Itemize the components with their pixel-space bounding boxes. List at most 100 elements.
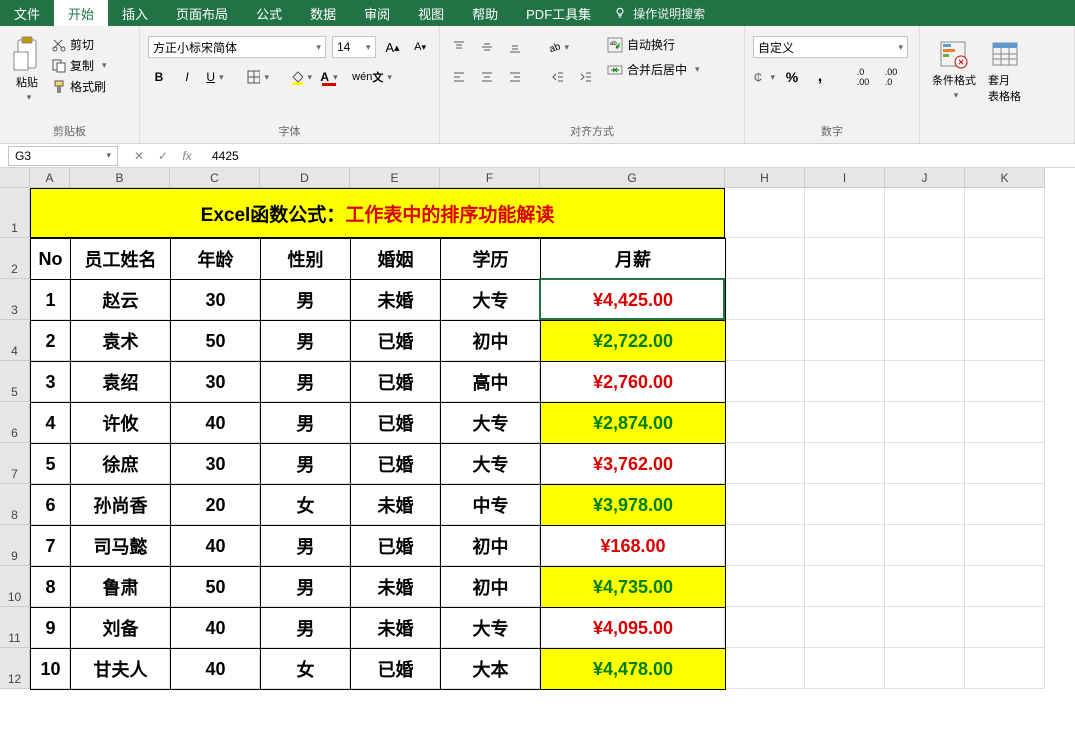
italic-button[interactable]: I — [176, 66, 198, 88]
col-header-J[interactable]: J — [885, 168, 965, 188]
decrease-indent-button[interactable] — [547, 66, 569, 88]
col-header-A[interactable]: A — [30, 168, 70, 188]
tab-layout[interactable]: 页面布局 — [162, 0, 242, 26]
formula-input[interactable]: 4425 — [204, 149, 1075, 163]
cancel-formula-button[interactable]: ✕ — [130, 149, 148, 163]
format-painter-button[interactable]: 格式刷 — [52, 78, 107, 95]
table-header[interactable]: 年龄 — [171, 239, 261, 280]
conditional-format-button[interactable]: 条件格式 ▾ — [928, 36, 980, 141]
increase-decimal-button[interactable]: .0.00 — [852, 66, 874, 88]
font-size-combo[interactable]: 14 ▾ — [332, 36, 376, 58]
align-top-button[interactable] — [448, 36, 470, 58]
align-right-button[interactable] — [504, 66, 526, 88]
row-header-11[interactable]: 11 — [0, 607, 30, 648]
table-header[interactable]: 学历 — [441, 239, 541, 280]
row-header-6[interactable]: 6 — [0, 402, 30, 443]
underline-button[interactable]: U▾ — [204, 66, 226, 88]
table-row[interactable]: 6孙尚香20女未婚中专¥3,978.00 — [31, 485, 726, 526]
title-merged-cell[interactable]: Excel函数公式： 工作表中的排序功能解读 — [30, 188, 725, 238]
increase-font-button[interactable]: A▴ — [382, 36, 404, 58]
phonetic-button[interactable]: wén文▾ — [361, 66, 383, 88]
align-center-button[interactable] — [476, 66, 498, 88]
tab-review[interactable]: 审阅 — [350, 0, 404, 26]
align-bottom-button[interactable] — [504, 36, 526, 58]
increase-indent-button[interactable] — [575, 66, 597, 88]
table-header[interactable]: No — [31, 239, 71, 280]
col-header-D[interactable]: D — [260, 168, 350, 188]
row-header-3[interactable]: 3 — [0, 279, 30, 320]
row-header-7[interactable]: 7 — [0, 443, 30, 484]
comma-button[interactable]: , — [809, 66, 831, 88]
tab-insert[interactable]: 插入 — [108, 0, 162, 26]
col-header-I[interactable]: I — [805, 168, 885, 188]
col-header-C[interactable]: C — [170, 168, 260, 188]
table-row[interactable]: 3袁绍30男已婚高中¥2,760.00 — [31, 362, 726, 403]
tab-help[interactable]: 帮助 — [458, 0, 512, 26]
percent-button[interactable]: % — [781, 66, 803, 88]
caret-icon: ▾ — [27, 92, 32, 103]
name-box[interactable]: G3 ▾ — [8, 146, 118, 166]
row-header-5[interactable]: 5 — [0, 361, 30, 402]
row-header-8[interactable]: 8 — [0, 484, 30, 525]
number-format-combo[interactable]: 自定义 ▾ — [753, 36, 908, 58]
tell-me-search[interactable]: 操作说明搜索 — [613, 5, 705, 22]
col-header-H[interactable]: H — [725, 168, 805, 188]
font-name-combo[interactable]: 方正小标宋简体 ▾ — [148, 36, 326, 58]
menu-bar: 文件 开始 插入 页面布局 公式 数据 审阅 视图 帮助 PDF工具集 操作说明… — [0, 0, 1075, 26]
copy-button[interactable]: 复制 ▾ — [52, 57, 107, 74]
tab-pdf[interactable]: PDF工具集 — [512, 0, 605, 26]
table-row[interactable]: 4许攸40男已婚大专¥2,874.00 — [31, 403, 726, 444]
font-color-button[interactable]: A ▾ — [318, 66, 340, 88]
decrease-decimal-button[interactable]: .00.0 — [880, 66, 902, 88]
format-as-table-button[interactable]: 套月 表格格 — [984, 36, 1025, 141]
border-button[interactable]: ▾ — [247, 66, 269, 88]
select-all-corner[interactable] — [0, 168, 30, 188]
accept-formula-button[interactable]: ✓ — [154, 149, 172, 163]
table-row[interactable]: 1赵云30男未婚大专¥4,425.00 — [31, 280, 726, 321]
col-header-E[interactable]: E — [350, 168, 440, 188]
table-row[interactable]: 8鲁肃50男未婚初中¥4,735.00 — [31, 567, 726, 608]
table-header[interactable]: 月薪 — [541, 239, 726, 280]
tab-formulas[interactable]: 公式 — [242, 0, 296, 26]
caret-icon: ▾ — [102, 60, 107, 71]
col-header-B[interactable]: B — [70, 168, 170, 188]
col-header-K[interactable]: K — [965, 168, 1045, 188]
orientation-button[interactable]: ab▾ — [547, 36, 569, 58]
table-header[interactable]: 性别 — [261, 239, 351, 280]
tab-data[interactable]: 数据 — [296, 0, 350, 26]
bold-button[interactable]: B — [148, 66, 170, 88]
sheet-area[interactable]: Excel函数公式： 工作表中的排序功能解读 No员工姓名年龄性别婚姻学历月薪1… — [30, 188, 1075, 746]
row-header-12[interactable]: 12 — [0, 648, 30, 689]
table-header[interactable]: 员工姓名 — [71, 239, 171, 280]
cut-button[interactable]: 剪切 — [52, 36, 107, 53]
row-header-10[interactable]: 10 — [0, 566, 30, 607]
merge-center-button[interactable]: 合并后居中 ▾ — [607, 61, 700, 78]
accounting-format-button[interactable]: ₵▾ — [753, 66, 775, 88]
row-header-1[interactable]: 1 — [0, 188, 30, 238]
insert-function-button[interactable]: fx — [178, 149, 196, 163]
col-header-G[interactable]: G — [540, 168, 725, 188]
paste-button[interactable]: 粘贴 ▾ — [8, 32, 46, 119]
tab-home[interactable]: 开始 — [54, 0, 108, 26]
table-row[interactable]: 7司马懿40男已婚初中¥168.00 — [31, 526, 726, 567]
table-header[interactable]: 婚姻 — [351, 239, 441, 280]
row-header-2[interactable]: 2 — [0, 238, 30, 279]
name-box-value: G3 — [15, 149, 31, 163]
tab-file[interactable]: 文件 — [0, 0, 54, 26]
table-row[interactable]: 2袁术50男已婚初中¥2,722.00 — [31, 321, 726, 362]
table-row[interactable]: 5徐庶30男已婚大专¥3,762.00 — [31, 444, 726, 485]
cut-label: 剪切 — [70, 36, 94, 53]
table-row[interactable]: 9刘备40男未婚大专¥4,095.00 — [31, 608, 726, 649]
fill-color-button[interactable]: ▾ — [290, 66, 312, 88]
table-row[interactable]: 10甘夫人40女已婚大本¥4,478.00 — [31, 649, 726, 690]
caret-icon: ▾ — [366, 42, 371, 53]
decrease-font-button[interactable]: A▾ — [409, 36, 431, 58]
number-group-label: 数字 — [753, 119, 911, 141]
col-header-F[interactable]: F — [440, 168, 540, 188]
row-header-4[interactable]: 4 — [0, 320, 30, 361]
wrap-text-button[interactable]: ab 自动换行 — [607, 36, 700, 53]
align-left-button[interactable] — [448, 66, 470, 88]
row-header-9[interactable]: 9 — [0, 525, 30, 566]
align-middle-button[interactable] — [476, 36, 498, 58]
tab-view[interactable]: 视图 — [404, 0, 458, 26]
